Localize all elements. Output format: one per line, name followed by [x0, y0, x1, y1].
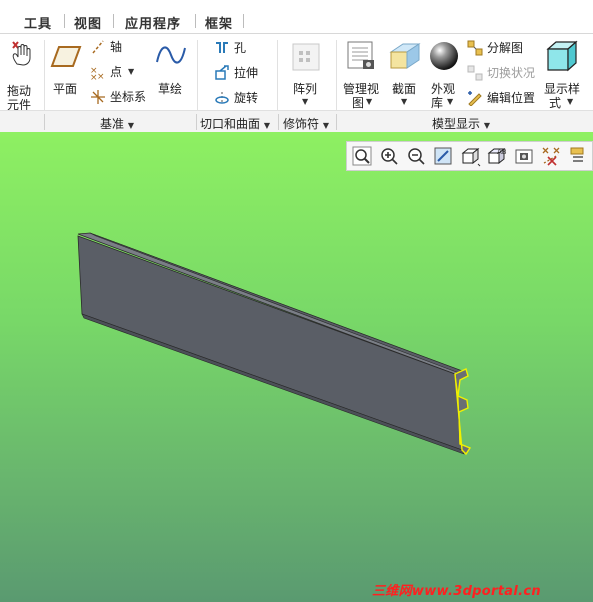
ribbon-divider	[336, 40, 337, 110]
tab-tools[interactable]: 工具	[24, 13, 52, 32]
appearance-label-2: 库	[431, 96, 444, 110]
ribbon-divider	[44, 40, 45, 110]
manage-views-icon	[347, 41, 374, 69]
drag-component-button[interactable]: 拖动 元件	[3, 38, 39, 112]
svg-text:×: ×	[90, 73, 98, 80]
point-dropdown-icon[interactable]: ▼	[128, 67, 134, 76]
manage-views-button[interactable]: 管理视 图 ▼	[340, 40, 384, 110]
group-model-display-dropdown-icon[interactable]: ▼	[484, 121, 490, 130]
tab-divider	[64, 14, 65, 28]
extrude-label: 拉伸	[234, 66, 259, 80]
appearance-dropdown-icon[interactable]: ▼	[447, 97, 453, 106]
plane-button[interactable]: 平面	[48, 40, 86, 100]
group-model-display-label: 模型显示	[432, 117, 481, 131]
revolve-button[interactable]: 旋转	[214, 89, 258, 106]
svg-text:×: ×	[97, 72, 105, 80]
exploded-view-label: 分解图	[487, 41, 524, 55]
coordinate-system-button[interactable]: 坐标系	[90, 88, 146, 105]
group-modifiers[interactable]: 修饰符 ▼	[283, 115, 329, 132]
display-style-label-2: 式	[549, 96, 562, 110]
ribbon-divider	[277, 40, 278, 110]
ribbon-group-bar: 基准 ▼ 切口和曲面 ▼ 修饰符 ▼ 模型显示 ▼	[0, 110, 593, 132]
toggle-status-label: 切换状况	[487, 66, 536, 80]
coordinate-system-icon	[91, 89, 105, 104]
edit-position-icon	[468, 90, 482, 106]
group-datum-label: 基准	[100, 117, 125, 131]
graphics-viewport[interactable]: AB	[0, 132, 593, 602]
pattern-icon	[292, 43, 320, 71]
plane-label: 平面	[53, 82, 78, 96]
sketch-label: 草绘	[158, 82, 183, 96]
tab-divider	[113, 14, 114, 28]
beam-model[interactable]	[0, 132, 593, 602]
ribbon: 拖动 元件 平面 轴 × × × 点 ▼ 坐标系 草绘 孔 拉伸 旋转 阵列 ▼…	[0, 34, 593, 132]
group-model-display[interactable]: 模型显示 ▼	[432, 115, 490, 132]
toggle-status-icon	[467, 65, 483, 80]
sketch-button[interactable]: 草绘	[152, 40, 190, 100]
revolve-icon	[215, 91, 229, 104]
pattern-label: 阵列	[293, 82, 318, 96]
section-button[interactable]: 截面 ▼	[387, 40, 427, 110]
manage-views-label-2: 图	[352, 96, 365, 110]
section-label: 截面	[392, 82, 417, 96]
group-divider	[196, 114, 197, 130]
group-cuts-surfaces[interactable]: 切口和曲面 ▼	[200, 115, 270, 132]
group-divider	[44, 114, 45, 130]
tab-divider	[243, 14, 244, 28]
axis-button[interactable]: 轴	[90, 38, 122, 55]
tab-divider	[195, 14, 196, 28]
appearance-sphere-icon	[430, 42, 458, 70]
edit-position-button[interactable]: 编辑位置	[467, 89, 535, 106]
exploded-view-icon	[467, 40, 483, 55]
tab-applications[interactable]: 应用程序	[125, 13, 181, 32]
axis-label: 轴	[110, 40, 123, 54]
menu-tab-bar: 工具 视图 应用程序 框架	[0, 0, 593, 34]
display-style-button[interactable]: 显示样 式 ▼	[541, 40, 585, 110]
section-icon	[389, 43, 421, 69]
hole-icon	[216, 41, 228, 53]
tab-view[interactable]: 视图	[74, 13, 102, 32]
appearance-gallery-button[interactable]: 外观 库 ▼	[427, 40, 463, 110]
hand-drag-icon	[12, 41, 31, 66]
axis-icon	[92, 40, 104, 53]
extrude-button[interactable]: 拉伸	[214, 64, 258, 81]
group-cuts-surfaces-dropdown-icon[interactable]: ▼	[264, 121, 270, 130]
coordinate-system-label: 坐标系	[110, 90, 147, 104]
group-modifiers-dropdown-icon[interactable]: ▼	[323, 121, 329, 130]
ribbon-divider	[197, 40, 198, 110]
manage-views-dropdown-icon[interactable]: ▼	[366, 97, 372, 106]
hole-label: 孔	[234, 41, 247, 55]
edit-position-label: 编辑位置	[487, 91, 536, 105]
pattern-dropdown-icon[interactable]: ▼	[302, 97, 308, 106]
group-cuts-surfaces-label: 切口和曲面	[200, 117, 261, 131]
display-style-cube-icon	[546, 40, 578, 72]
hole-button[interactable]: 孔	[214, 39, 246, 56]
section-dropdown-icon[interactable]: ▼	[401, 97, 407, 106]
group-datum-dropdown-icon[interactable]: ▼	[128, 121, 134, 130]
point-button[interactable]: × × × 点 ▼	[90, 63, 134, 80]
sketch-icon	[156, 46, 186, 64]
pattern-button[interactable]: 阵列 ▼	[287, 40, 325, 110]
tab-framework[interactable]: 框架	[205, 13, 233, 32]
plane-icon	[50, 46, 82, 67]
watermark: 三维网www.3dportal.cn	[372, 584, 541, 599]
group-modifiers-label: 修饰符	[283, 117, 320, 131]
group-divider	[336, 114, 337, 130]
revolve-label: 旋转	[234, 91, 259, 105]
point-label: 点	[110, 65, 123, 79]
display-style-dropdown-icon[interactable]: ▼	[567, 97, 573, 106]
toggle-status-button[interactable]: 切换状况	[467, 64, 535, 81]
group-divider	[278, 114, 279, 130]
point-icon: × × ×	[90, 66, 105, 80]
exploded-view-button[interactable]: 分解图	[467, 39, 523, 56]
group-datum[interactable]: 基准 ▼	[100, 115, 134, 132]
extrude-icon	[215, 64, 229, 80]
